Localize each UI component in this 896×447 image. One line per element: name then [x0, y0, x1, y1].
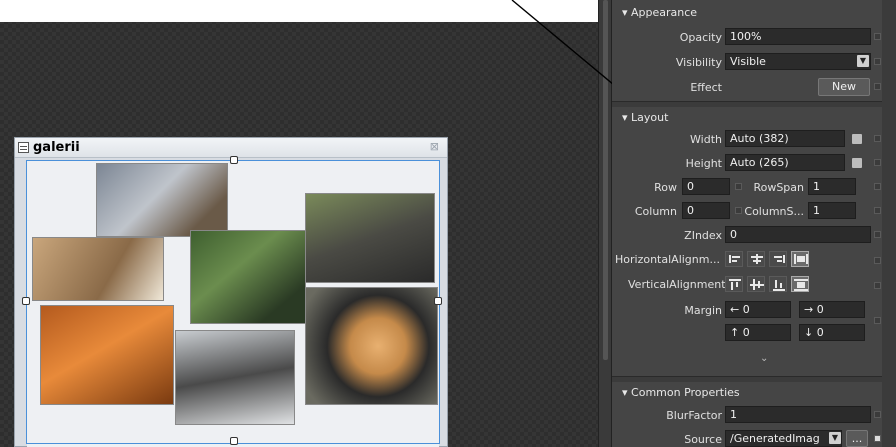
margin-bottom-field[interactable]: ↓ 0 [799, 324, 865, 341]
resize-handle-bottom[interactable] [230, 437, 238, 445]
halign-stretch-button[interactable] [791, 251, 809, 267]
combo-arrow-icon[interactable]: ▼ [829, 432, 841, 444]
blurfactor-field[interactable]: 1 [725, 406, 871, 423]
valign-bottom-button[interactable] [769, 276, 787, 292]
expand-icon[interactable] [852, 134, 862, 144]
margin-left-field[interactable]: ← 0 [725, 301, 791, 318]
effect-new-button[interactable]: New [818, 78, 870, 96]
layout-section: ▾ Layout Width Auto (382) Height Auto (2… [612, 107, 882, 377]
halign-left-button[interactable] [725, 251, 743, 267]
height-field[interactable]: Auto (265) [725, 154, 845, 171]
rowspan-marker[interactable] [874, 183, 881, 190]
margin-left-value: 0 [742, 303, 750, 316]
rowspan-label: RowSpan [753, 181, 804, 194]
margin-top-value: 0 [742, 326, 750, 339]
zindex-label: ZIndex [684, 229, 722, 242]
common-header[interactable]: ▾ Common Properties [622, 386, 740, 399]
height-label: Height [685, 157, 722, 170]
width-label: Width [690, 133, 722, 146]
visibility-value: Visible [730, 55, 766, 68]
expand-icon[interactable] [852, 158, 862, 168]
resize-handle-right[interactable] [434, 297, 442, 305]
visibility-label: Visibility [675, 56, 722, 69]
source-browse-button[interactable]: ... [846, 430, 868, 447]
column-label: Column [634, 205, 677, 218]
width-field[interactable]: Auto (382) [725, 130, 845, 147]
margin-label: Margin [684, 304, 722, 317]
opacity-label: Opacity [679, 31, 722, 44]
valign-center-button[interactable] [747, 276, 765, 292]
close-icon[interactable]: ⊠ [430, 140, 439, 153]
valign-top-button[interactable] [725, 276, 743, 292]
selection-adorner [26, 160, 440, 444]
columnspan-label: ColumnS... [744, 205, 804, 218]
visibility-select[interactable]: Visible [725, 53, 871, 70]
common-section: ▾ Common Properties BlurFactor 1 Source … [612, 382, 882, 447]
row-field[interactable]: 0 [682, 178, 730, 195]
margin-bottom-value: 0 [816, 326, 824, 339]
columnspan-field[interactable]: 1 [808, 202, 856, 219]
effect-marker[interactable] [874, 83, 881, 90]
valign-marker[interactable] [874, 282, 881, 289]
visibility-marker[interactable] [874, 58, 881, 65]
effect-label: Effect [690, 81, 722, 94]
margin-right-value: 0 [816, 303, 824, 316]
arrow-down-icon[interactable]: ⌄ [760, 353, 768, 364]
halign-right-button[interactable] [769, 251, 787, 267]
combo-arrow-icon[interactable]: ▼ [857, 55, 869, 67]
zindex-field[interactable]: 0 [725, 226, 871, 243]
valign-stretch-button[interactable] [791, 276, 809, 292]
width-marker[interactable] [874, 135, 881, 142]
resize-handle-left[interactable] [22, 297, 30, 305]
rowspan-field[interactable]: 1 [808, 178, 856, 195]
column-marker[interactable] [735, 207, 742, 214]
opacity-field[interactable]: 100% [725, 28, 871, 45]
window-menu-icon[interactable] [18, 142, 29, 153]
row-marker[interactable] [735, 183, 742, 190]
halign-marker[interactable] [874, 257, 881, 264]
source-marker[interactable] [874, 435, 881, 442]
zindex-marker[interactable] [874, 231, 881, 238]
source-select[interactable]: /GeneratedImag [725, 430, 842, 447]
blurfactor-marker[interactable] [874, 411, 881, 418]
properties-panel: ▾ Appearance Opacity 100% Visibility Vis… [612, 0, 896, 447]
panel-splitter[interactable] [598, 0, 612, 447]
columnspan-marker[interactable] [874, 207, 881, 214]
resize-handle-top[interactable] [230, 156, 238, 164]
opacity-marker[interactable] [874, 33, 881, 40]
valign-label: VerticalAlignment [628, 278, 726, 291]
margin-top-field[interactable]: ↑ 0 [725, 324, 791, 341]
caption-strip [0, 0, 598, 22]
splitter-grip[interactable] [603, 0, 608, 360]
column-field[interactable]: 0 [682, 202, 730, 219]
window-title: galerii [33, 140, 80, 155]
layout-header[interactable]: ▾ Layout [622, 111, 668, 124]
halign-center-button[interactable] [747, 251, 765, 267]
halign-label: HorizontalAlignm... [615, 253, 720, 266]
margin-marker[interactable] [874, 317, 881, 324]
row-label: Row [654, 181, 677, 194]
blurfactor-label: BlurFactor [666, 409, 722, 422]
height-marker[interactable] [874, 159, 881, 166]
appearance-section: ▾ Appearance Opacity 100% Visibility Vis… [612, 0, 882, 102]
window-titlebar[interactable]: galerii ⊠ [15, 138, 447, 158]
appearance-header[interactable]: ▾ Appearance [622, 6, 697, 19]
source-label: Source [684, 433, 722, 446]
margin-right-field[interactable]: → 0 [799, 301, 865, 318]
